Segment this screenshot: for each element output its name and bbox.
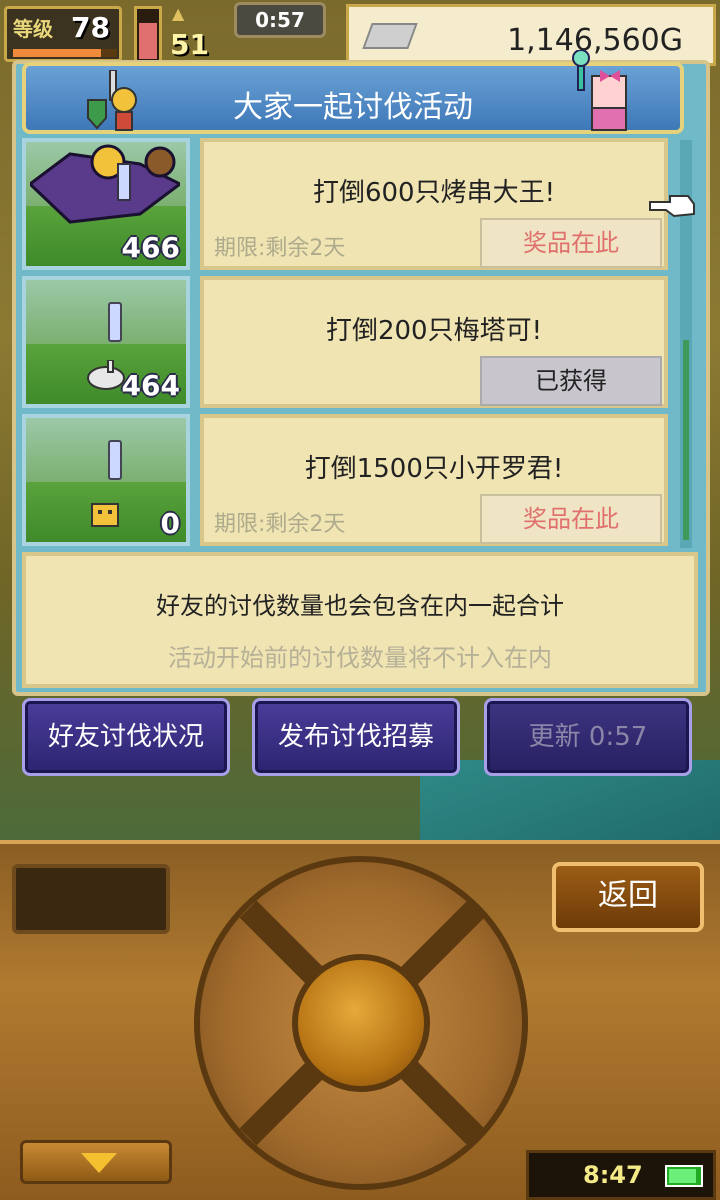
quest-card: 打倒1500只小开罗君! 期限:剩余2天 奖品在此: [200, 414, 668, 546]
info-note-before-start: 活动开始前的讨伐数量将不计入在内: [168, 644, 552, 672]
menu-down-button[interactable]: [20, 1140, 172, 1184]
kill-count: 0: [160, 507, 180, 540]
scrollbar-thumb[interactable]: [683, 340, 689, 540]
dpad[interactable]: [194, 856, 528, 1190]
stat-value: 51: [170, 28, 209, 61]
clock: 8:47: [583, 1161, 643, 1189]
quest-row: 464 打倒200只梅塔可! 已获得: [22, 276, 672, 410]
pointing-hand-icon: [649, 195, 695, 218]
kairo-kun-icon: [91, 503, 119, 527]
pink-mage-icon: [572, 50, 627, 131]
hud-timer: 0:57: [234, 2, 326, 38]
dpad-center-button[interactable]: [292, 954, 430, 1092]
controller-panel: 返回 8:47: [0, 840, 720, 1200]
quest-deadline: 期限:剩余2天: [214, 236, 346, 261]
quest-card: 打倒200只梅塔可! 已获得: [200, 276, 668, 408]
refresh-button[interactable]: 更新 0:57: [484, 698, 692, 776]
level-box: 等级 78: [4, 6, 122, 62]
battery-icon: [665, 1165, 703, 1187]
quest-goal: 打倒600只烤串大王!: [312, 178, 556, 208]
screen-slot: [12, 864, 170, 934]
down-arrow-icon: [81, 1153, 117, 1173]
quest-list[interactable]: 466 打倒600只烤串大王! 期限:剩余2天 奖品在此 464 打倒200只梅…: [22, 138, 672, 550]
level-value: 78: [71, 11, 110, 44]
info-box: 好友的讨伐数量也会包含在内一起合计 活动开始前的讨伐数量将不计入在内: [22, 552, 698, 688]
stamina-gauge-fill: [139, 22, 157, 59]
thumb-sky: [26, 418, 186, 482]
kill-count: 464: [121, 369, 180, 402]
friend-status-button[interactable]: 好友讨伐状况: [22, 698, 230, 776]
kill-count: 466: [121, 231, 180, 264]
quest-row: 0 打倒1500只小开罗君! 期限:剩余2天 奖品在此: [22, 414, 672, 548]
quest-card: 打倒600只烤串大王! 期限:剩余2天 奖品在此: [200, 138, 668, 270]
back-button[interactable]: 返回: [552, 862, 704, 932]
hero-sword-icon: [87, 70, 137, 131]
battery-fill: [669, 1169, 697, 1183]
reward-claimed-button[interactable]: 已获得: [480, 356, 662, 406]
quest-row: 466 打倒600只烤串大王! 期限:剩余2天 奖品在此: [22, 138, 672, 272]
silver-bar-icon: [362, 23, 418, 49]
quest-deadline: 期限:剩余2天: [214, 512, 346, 537]
post-recruit-button[interactable]: 发布讨伐招募: [252, 698, 460, 776]
quest-thumbnail: 0: [22, 414, 190, 546]
thumb-sky: [26, 280, 186, 344]
rabbit-monster-icon: [87, 360, 125, 390]
reward-button[interactable]: 奖品在此: [480, 494, 662, 544]
money-box: 1,146,560G: [346, 4, 716, 66]
exclamation-icon: [108, 440, 122, 480]
stat-icon: ▲: [172, 4, 185, 23]
reward-button[interactable]: 奖品在此: [480, 218, 662, 268]
info-note-friends: 好友的讨伐数量也会包含在内一起合计: [156, 592, 564, 620]
boss-monster-icon: [30, 144, 180, 224]
quest-goal: 打倒200只梅塔可!: [325, 316, 543, 346]
level-label: 等级: [13, 17, 53, 41]
quest-thumbnail: 466: [22, 138, 190, 270]
quest-thumbnail: 464: [22, 276, 190, 408]
exclamation-icon: [108, 302, 122, 342]
stamina-gauge: [134, 6, 162, 64]
status-bar: 8:47: [526, 1150, 716, 1200]
quest-goal: 打倒1500只小开罗君!: [304, 454, 564, 484]
exp-bar-fill: [13, 49, 102, 57]
exp-bar: [13, 49, 117, 57]
